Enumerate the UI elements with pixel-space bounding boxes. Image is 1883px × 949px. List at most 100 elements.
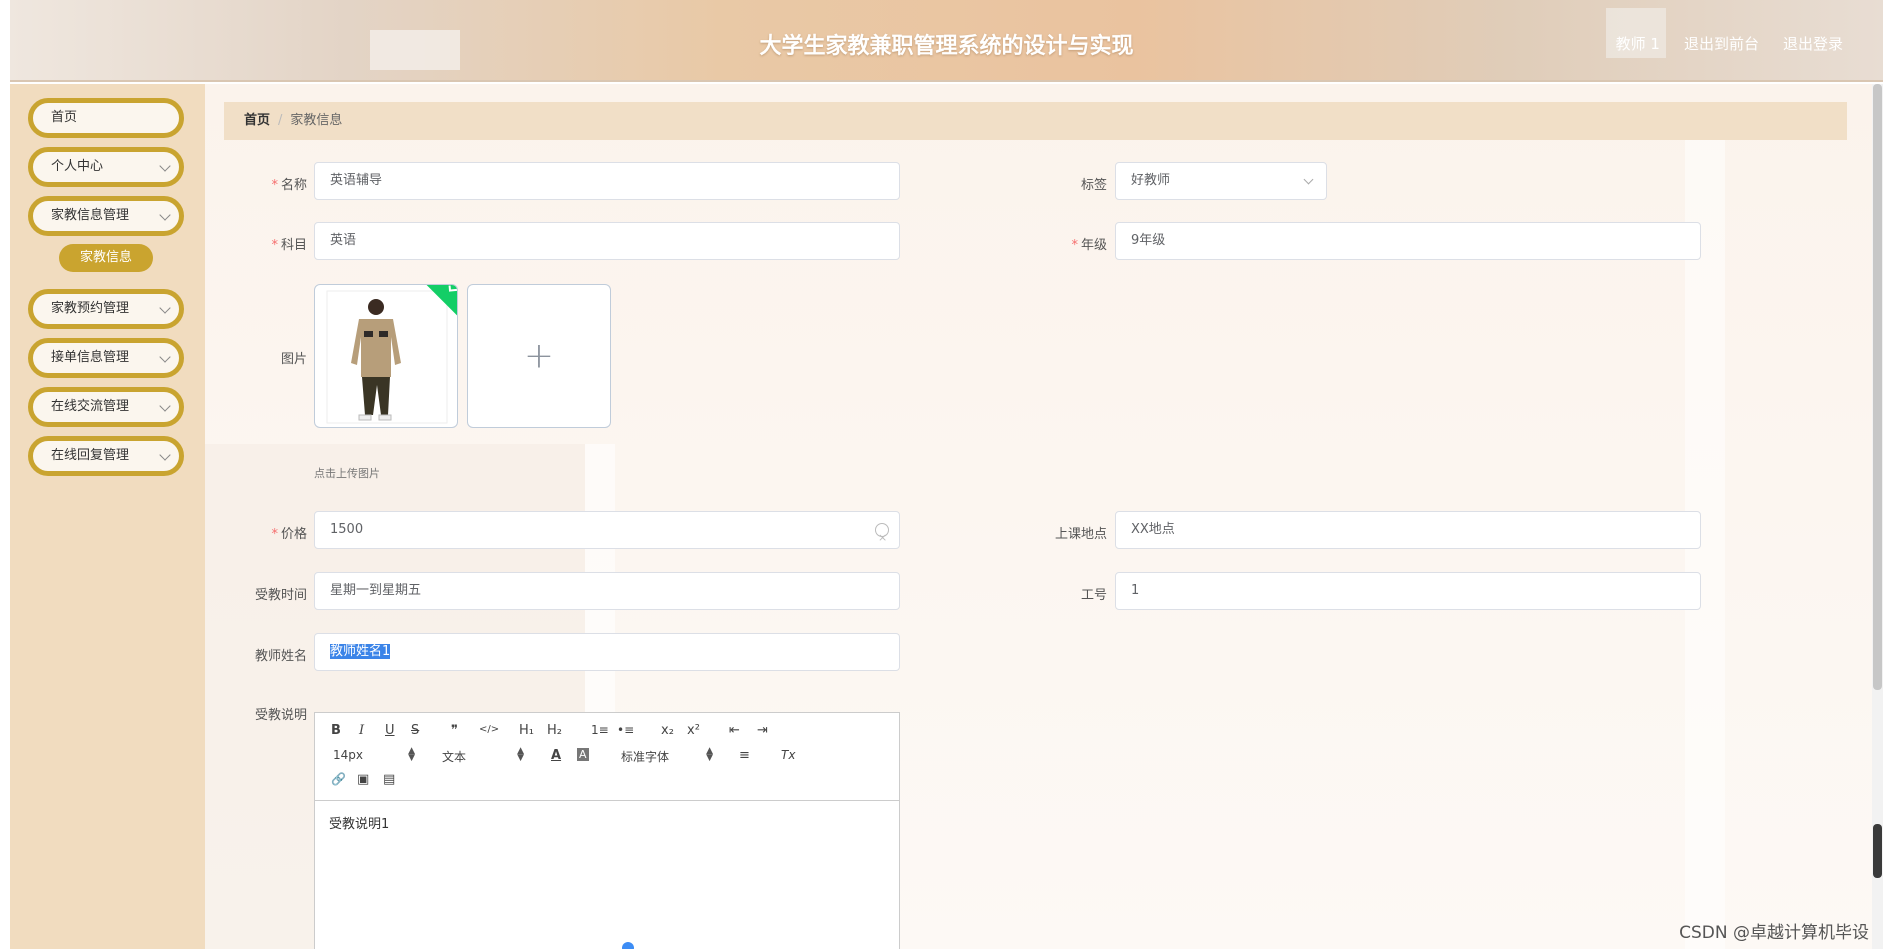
editor-content[interactable]: 受教说明1	[315, 801, 899, 844]
breadcrumb: 首页 / 家教信息	[224, 102, 1847, 140]
align-button[interactable]: ≡	[739, 748, 750, 763]
superscript-button[interactable]: x²	[687, 723, 700, 738]
teaching-time-input[interactable]: 星期一到星期五	[314, 572, 900, 610]
header-nav: 教师 1 退出到前台 退出登录	[1616, 33, 1843, 54]
sidebar-item-home[interactable]: 首页	[28, 98, 184, 138]
sidebar-item-tutor-info-management[interactable]: 家教信息管理	[28, 196, 184, 236]
subject-input[interactable]: 英语	[314, 222, 900, 260]
logout-link[interactable]: 退出登录	[1783, 33, 1843, 54]
sidebar-item-label: 个人中心	[51, 159, 104, 174]
chevron-down-icon	[159, 351, 171, 363]
updown-icon: ▲ ▼	[706, 746, 713, 763]
code-block-button[interactable]: </>	[479, 724, 499, 735]
chevron-down-icon	[159, 209, 171, 221]
outdent-button[interactable]: ⇤	[729, 723, 740, 738]
sidebar-item-label: 在线回复管理	[51, 448, 130, 463]
indent-button[interactable]: ⇥	[757, 723, 768, 738]
italic-button[interactable]: I	[359, 723, 364, 738]
sidebar-item-label: 接单信息管理	[51, 350, 130, 365]
block-format-value: 文本	[442, 750, 467, 764]
scrollbar-thumb-secondary[interactable]	[1873, 824, 1882, 878]
grade-label: * 年级	[1071, 238, 1107, 253]
price-label: * 价格	[271, 527, 307, 542]
chevron-down-icon	[1303, 174, 1314, 185]
clear-format-button[interactable]: Tx	[781, 748, 795, 762]
uploaded-person-image	[326, 290, 448, 424]
rich-text-editor[interactable]: B I U S ❞ </> H₁ H₂ 1≡ •≡ x₂ x² ⇤ ⇥ 14px…	[314, 712, 900, 949]
updown-icon: ▲ ▼	[408, 746, 415, 763]
tag-select[interactable]: 好教师	[1115, 162, 1327, 200]
name-input[interactable]: 英语辅导	[314, 162, 900, 200]
cursor-dot	[622, 942, 634, 949]
chevron-down-icon	[159, 449, 171, 461]
current-user[interactable]: 教师 1	[1616, 33, 1660, 54]
underline-button[interactable]: U	[385, 723, 395, 738]
main-content: 首页 / 家教信息 * 名称 英语辅导 标签 好教师 * 科目 英语 * 年级 9年级 图…	[205, 84, 1883, 949]
watermark: CSDN @卓越计算机毕设	[1679, 923, 1869, 943]
price-input[interactable]: 1500	[314, 511, 900, 556]
back-to-frontend-link[interactable]: 退出到前台	[1684, 33, 1759, 54]
font-size-value: 14px	[333, 748, 363, 762]
breadcrumb-current: 家教信息	[290, 113, 343, 128]
sidebar-subitem-tutor-info[interactable]: 家教信息	[59, 244, 153, 272]
location-input[interactable]: XX地点	[1115, 511, 1701, 549]
uploaded-image-card[interactable]	[314, 284, 458, 428]
teacher-name-value: 教师姓名1	[330, 644, 391, 659]
page-scrollbar[interactable]	[1872, 84, 1883, 949]
description-label: 受教说明	[254, 708, 307, 723]
font-size-select[interactable]: 14px ▲ ▼	[333, 746, 415, 763]
blockquote-button[interactable]: ❞	[451, 723, 458, 738]
bullet-list-button[interactable]: •≡	[617, 723, 634, 737]
strikethrough-button[interactable]: S	[411, 723, 419, 738]
sidebar-item-label: 家教信息管理	[51, 208, 130, 223]
editor-toolbar: B I U S ❞ </> H₁ H₂ 1≡ •≡ x₂ x² ⇤ ⇥ 14px…	[315, 713, 899, 801]
font-color-button[interactable]: A	[551, 748, 561, 763]
clear-icon[interactable]	[875, 520, 889, 556]
teacher-name-label: 教师姓名	[254, 649, 307, 664]
teacher-name-input[interactable]: 教师姓名1	[314, 633, 900, 671]
heading1-button[interactable]: H₁	[519, 723, 534, 738]
scrollbar-thumb[interactable]	[1873, 84, 1882, 690]
sidebar-item-label: 家教预约管理	[51, 301, 130, 316]
block-format-select[interactable]: 文本 ▲ ▼	[442, 746, 524, 765]
job-number-label: 工号	[1080, 588, 1107, 603]
breadcrumb-home[interactable]: 首页	[244, 113, 270, 128]
chevron-down-icon	[159, 302, 171, 314]
image-label: 图片	[280, 352, 307, 367]
location-label: 上课地点	[1054, 527, 1107, 542]
plus-icon: +	[523, 335, 555, 377]
background-color-button[interactable]: A	[577, 748, 589, 761]
sidebar-item-online-chat-management[interactable]: 在线交流管理	[28, 387, 184, 427]
tag-select-value: 好教师	[1131, 173, 1171, 188]
font-family-value: 标准字体	[621, 750, 670, 764]
upload-tip: 点击上传图片	[314, 467, 380, 480]
price-value: 1500	[330, 522, 364, 537]
tag-label: 标签	[1080, 178, 1107, 193]
sidebar-item-booking-management[interactable]: 家教预约管理	[28, 289, 184, 329]
updown-icon: ▲ ▼	[517, 746, 524, 763]
upload-add-button[interactable]: +	[467, 284, 611, 428]
subject-label: * 科目	[271, 238, 307, 253]
top-header: 大学生家教兼职管理系统的设计与实现 教师 1 退出到前台 退出登录	[10, 0, 1883, 82]
grade-input[interactable]: 9年级	[1115, 222, 1701, 260]
breadcrumb-separator: /	[278, 113, 283, 128]
name-label: * 名称	[271, 178, 307, 193]
heading2-button[interactable]: H₂	[547, 723, 562, 738]
font-family-select[interactable]: 标准字体 ▲ ▼	[621, 746, 713, 765]
subscript-button[interactable]: x₂	[661, 723, 674, 738]
chevron-down-icon	[159, 400, 171, 412]
chevron-down-icon	[159, 160, 171, 172]
bold-button[interactable]: B	[331, 723, 341, 738]
sidebar: 首页 个人中心 家教信息管理 家教信息 家教预约管理 接单信息管理 在线交流管理…	[10, 84, 205, 949]
sidebar-item-label: 在线交流管理	[51, 399, 130, 414]
video-icon[interactable]: ▤	[383, 772, 395, 787]
sidebar-item-label: 首页	[51, 110, 78, 125]
sidebar-item-online-reply-management[interactable]: 在线回复管理	[28, 436, 184, 476]
image-icon[interactable]: ▣	[357, 772, 369, 787]
job-number-input[interactable]: 1	[1115, 572, 1701, 610]
sidebar-item-personal-center[interactable]: 个人中心	[28, 147, 184, 187]
teaching-time-label: 受教时间	[254, 588, 307, 603]
sidebar-item-order-management[interactable]: 接单信息管理	[28, 338, 184, 378]
link-icon[interactable]: 🔗	[331, 772, 346, 786]
ordered-list-button[interactable]: 1≡	[591, 723, 609, 737]
